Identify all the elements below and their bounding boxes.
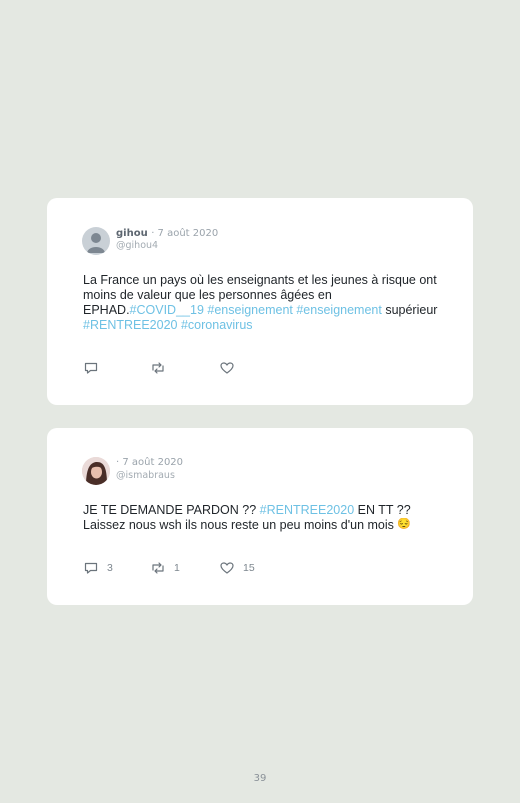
tweet-actions: 3 1 15 [83,560,283,576]
tweet-text: JE TE DEMANDE PARDON ?? #RENTREE2020 EN … [83,503,449,533]
tweet-text-part: JE TE DEMANDE PARDON ?? [83,503,260,517]
heart-icon [220,362,234,374]
reply-button[interactable]: 3 [83,560,113,576]
reply-button[interactable] [83,360,107,376]
retweet-button[interactable]: 1 [150,560,180,576]
tweet-actions [83,360,283,376]
author-handle[interactable]: @ismabraus [116,470,175,481]
hashtag-link[interactable]: #enseignement [207,303,292,317]
reply-icon [84,562,98,574]
like-count: 15 [243,562,255,574]
hashtag-link[interactable]: #COVID__19 [130,303,204,317]
tweet-date: · 7 août 2020 [116,457,184,468]
tweet-card: · 7 août 2020 @ismabraus JE TE DEMANDE P… [47,428,473,605]
page-number: 39 [253,773,267,784]
like-button[interactable]: 15 [219,560,255,576]
user-photo-avatar[interactable] [82,457,110,485]
like-button[interactable] [219,360,243,376]
retweet-count: 1 [174,562,180,574]
hashtag-link[interactable]: #coronavirus [181,318,253,332]
default-user-icon[interactable] [82,227,110,255]
retweet-icon [152,362,164,374]
reply-count: 3 [107,562,113,574]
tweet-text: La France un pays où les enseignants et … [83,273,449,333]
retweet-button[interactable] [150,360,174,376]
tweet-card: gihou · 7 août 2020 @gihou4 La France un… [47,198,473,405]
tweet-date: · 7 août 2020 [151,228,219,239]
heart-icon [220,562,234,574]
tweet-text-part: supérieur [381,303,438,317]
author-line: · 7 août 2020 [116,457,183,468]
author-name[interactable]: gihou [116,228,148,239]
reply-icon [84,362,98,374]
retweet-icon [152,562,164,574]
hashtag-link[interactable]: #RENTREE2020 [83,318,178,332]
hashtag-link[interactable]: #RENTREE2020 [260,503,355,517]
author-handle[interactable]: @gihou4 [116,240,158,251]
hashtag-link[interactable]: #enseignement [296,303,381,317]
pensive-face-emoji: 😔 [397,518,411,530]
author-line: gihou · 7 août 2020 [116,228,218,239]
